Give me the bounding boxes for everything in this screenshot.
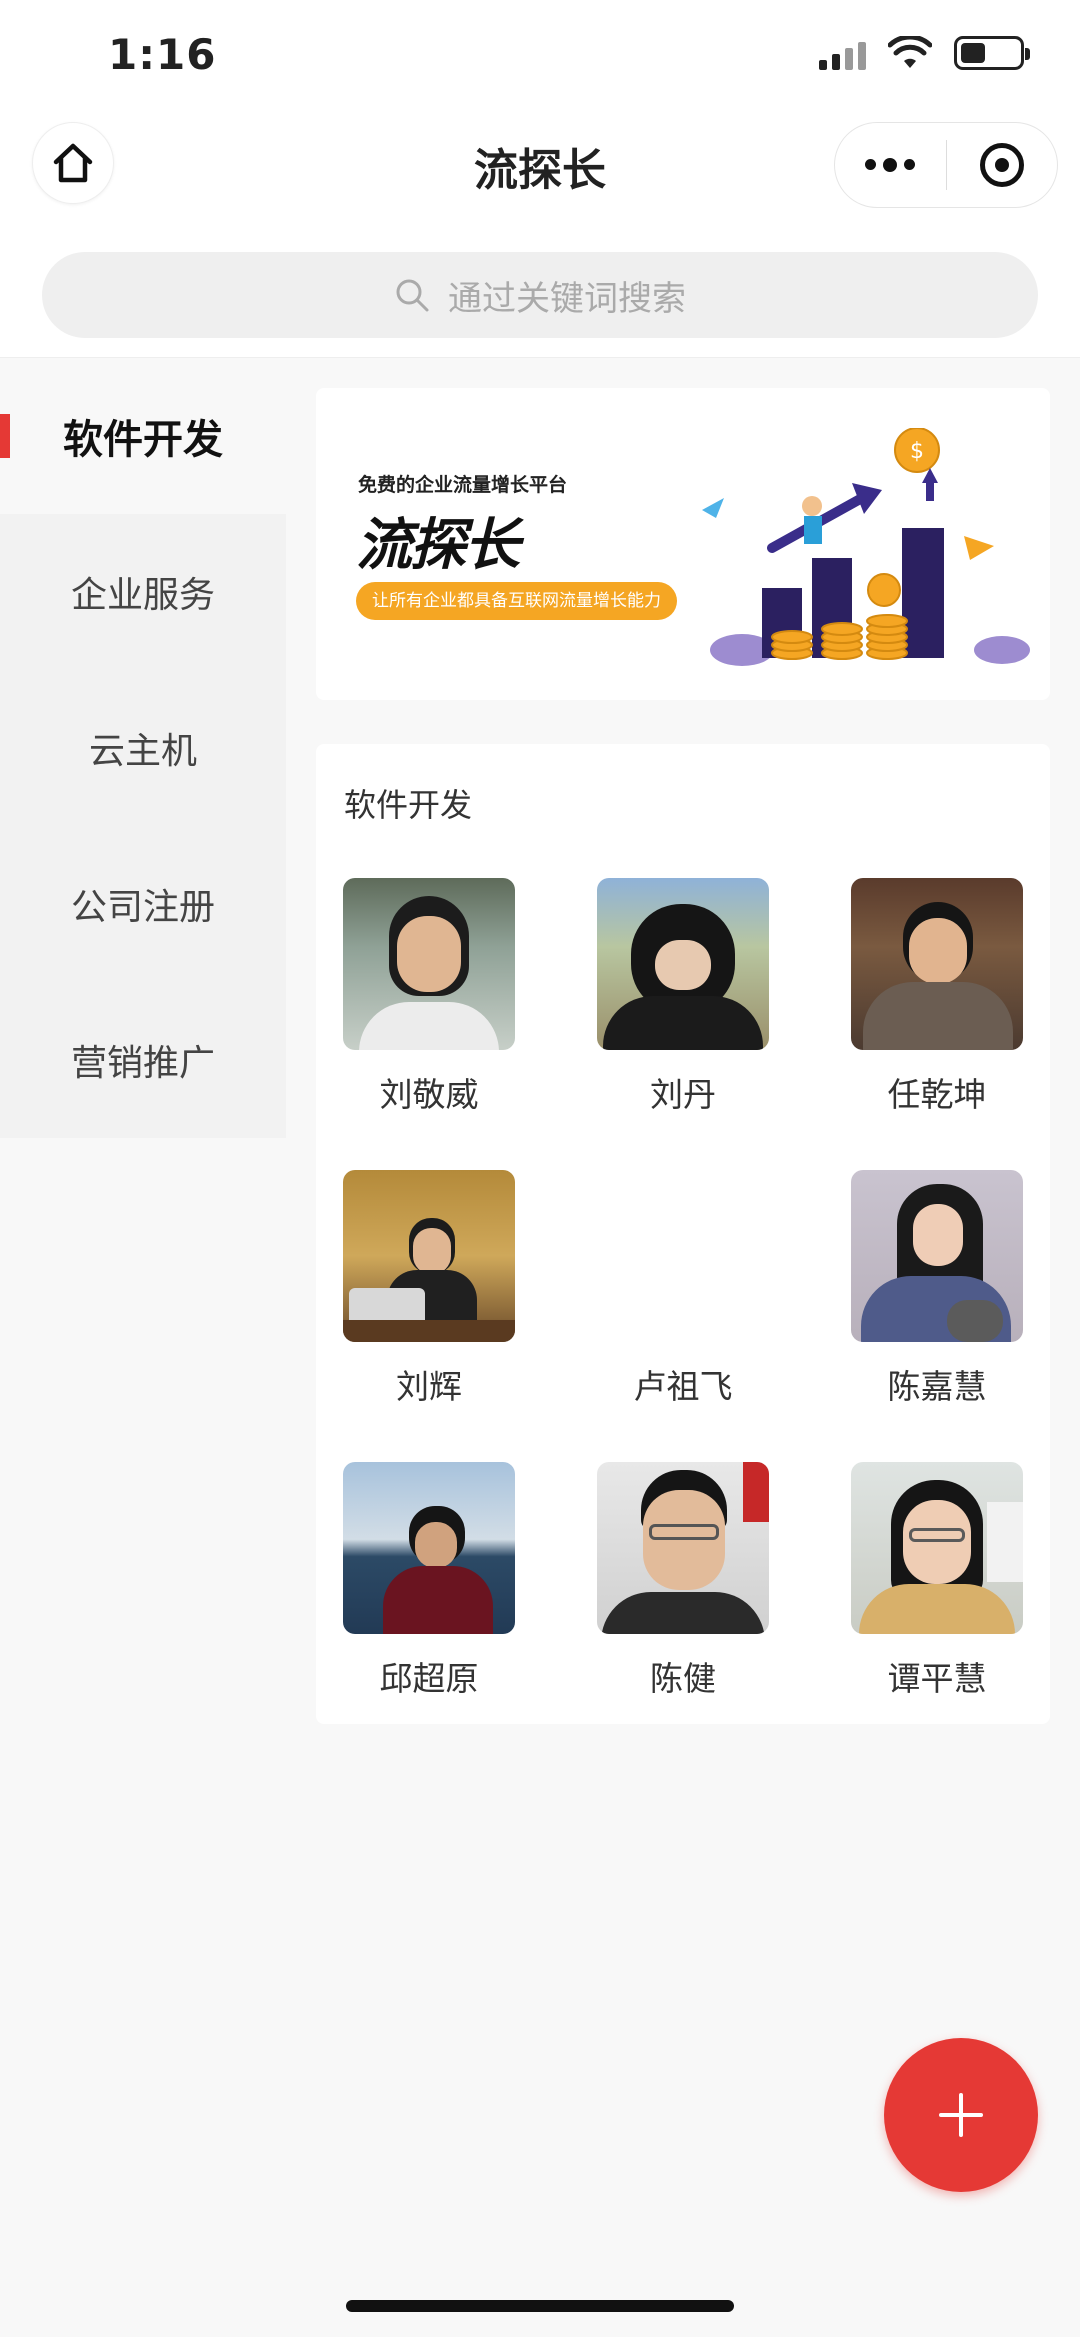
avatar bbox=[851, 878, 1023, 1050]
sidebar-item-marketing[interactable]: 营销推广 bbox=[0, 982, 286, 1138]
person-name: 邱超原 bbox=[379, 1659, 479, 1698]
avatar bbox=[597, 878, 769, 1050]
sidebar-item-enterprise-service[interactable]: 企业服务 bbox=[0, 514, 286, 670]
target-circle-icon bbox=[979, 143, 1024, 187]
sidebar-item-label: 软件开发 bbox=[63, 417, 223, 463]
banner-tagline: 让所有企业都具备互联网流量增长能力 bbox=[356, 582, 677, 620]
sidebar-item-label: 企业服务 bbox=[70, 575, 215, 616]
search-input[interactable]: 通过关键词搜索 bbox=[42, 252, 1038, 338]
promo-banner[interactable]: 免费的企业流量增长平台 流探长 让所有企业都具备互联网流量增长能力 $ bbox=[316, 388, 1050, 700]
close-miniprogram-button[interactable] bbox=[947, 123, 1058, 207]
person-name: 陈健 bbox=[650, 1659, 716, 1698]
add-button[interactable] bbox=[884, 2038, 1038, 2192]
avatar bbox=[343, 1170, 515, 1342]
person-item[interactable]: 邱超原 bbox=[316, 1462, 542, 1700]
plus-icon bbox=[939, 2093, 983, 2137]
person-item[interactable]: 刘敬威 bbox=[316, 878, 542, 1116]
sidebar-item-cloud-host[interactable]: 云主机 bbox=[0, 670, 286, 826]
home-indicator[interactable] bbox=[346, 2300, 734, 2312]
category-sidebar: 软件开发 企业服务 云主机 公司注册 营销推广 bbox=[0, 358, 286, 1138]
avatar bbox=[851, 1170, 1023, 1342]
search-placeholder: 通过关键词搜索 bbox=[448, 278, 686, 319]
avatar bbox=[597, 1462, 769, 1634]
sidebar-item-label: 营销推广 bbox=[70, 1043, 215, 1084]
cellular-signal-icon bbox=[819, 36, 866, 70]
avatar bbox=[343, 878, 515, 1050]
sidebar-item-company-registration[interactable]: 公司注册 bbox=[0, 826, 286, 982]
svg-text:$: $ bbox=[910, 439, 924, 464]
person-item[interactable]: 刘丹 bbox=[570, 878, 796, 1116]
avatar bbox=[851, 1462, 1023, 1634]
status-time: 1:16 bbox=[108, 30, 217, 79]
person-item[interactable]: 陈嘉慧 bbox=[824, 1170, 1050, 1408]
person-item[interactable]: 陈健 bbox=[570, 1462, 796, 1700]
sidebar-item-software-dev[interactable]: 软件开发 bbox=[0, 358, 286, 514]
search-bar-container: 通过关键词搜索 bbox=[0, 230, 1080, 358]
person-name: 卢祖飞 bbox=[633, 1367, 733, 1406]
sidebar-item-label: 公司注册 bbox=[70, 887, 215, 928]
status-bar: 1:16 bbox=[0, 0, 1080, 110]
banner-logo-text: 流探长 bbox=[356, 513, 520, 578]
screen: 1:16 流探长 通过关键词搜索 软件开发 企业服务 云主机 公司注册 营销推广… bbox=[0, 0, 1080, 2337]
nav-bar: 流探长 bbox=[0, 110, 1080, 230]
person-item[interactable]: 刘辉 bbox=[316, 1170, 542, 1408]
section-title: 软件开发 bbox=[344, 786, 473, 824]
sidebar-item-label: 云主机 bbox=[88, 731, 197, 772]
avatar bbox=[343, 1462, 515, 1634]
more-button[interactable] bbox=[835, 123, 946, 207]
more-dots-icon bbox=[865, 157, 916, 172]
person-name: 刘丹 bbox=[650, 1075, 716, 1114]
person-name: 刘敬威 bbox=[379, 1075, 479, 1114]
wifi-icon bbox=[888, 36, 932, 68]
growth-illustration: $ bbox=[702, 428, 1030, 666]
person-item[interactable]: 任乾坤 bbox=[824, 878, 1050, 1116]
person-item[interactable]: 卢祖飞 bbox=[570, 1170, 796, 1408]
banner-subtitle: 免费的企业流量增长平台 bbox=[358, 474, 568, 496]
person-name: 陈嘉慧 bbox=[887, 1367, 987, 1406]
person-item[interactable]: 谭平慧 bbox=[824, 1462, 1050, 1700]
person-name: 任乾坤 bbox=[887, 1075, 987, 1114]
people-card: 软件开发 刘敬威 刘丹 任乾坤 刘辉 卢祖飞 陈嘉慧 邱超原 陈健 谭平慧 bbox=[316, 744, 1050, 1724]
status-icons bbox=[819, 36, 1030, 70]
avatar-placeholder bbox=[597, 1170, 769, 1342]
search-icon bbox=[396, 279, 429, 312]
mini-program-capsule bbox=[834, 122, 1058, 208]
battery-icon bbox=[954, 36, 1030, 70]
person-name: 谭平慧 bbox=[887, 1659, 987, 1698]
person-name: 刘辉 bbox=[396, 1367, 462, 1406]
